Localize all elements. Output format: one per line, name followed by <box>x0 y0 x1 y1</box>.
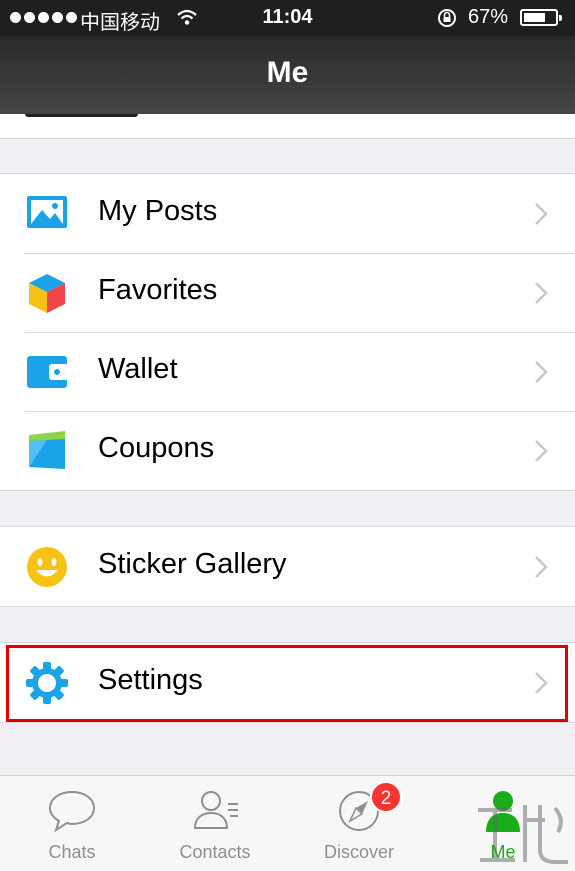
menu-item-wallet[interactable]: Wallet <box>0 332 575 411</box>
chevron-right-icon <box>535 282 548 304</box>
menu-item-label: Sticker Gallery <box>98 548 287 580</box>
page-title: Me <box>266 56 309 89</box>
cube-icon <box>29 274 65 313</box>
battery-icon <box>520 9 562 26</box>
profile-card[interactable] <box>0 114 575 139</box>
navigation-bar: Me <box>0 36 575 114</box>
menu-item-sticker-gallery[interactable]: Sticker Gallery <box>0 527 575 606</box>
chevron-right-icon <box>535 440 548 462</box>
menu-item-label: Wallet <box>98 353 178 385</box>
menu-item-my-posts[interactable]: My Posts <box>0 174 575 253</box>
avatar <box>25 114 138 117</box>
tab-label: Contacts <box>179 842 251 862</box>
battery-percentage: 67% <box>468 6 509 28</box>
chevron-right-icon <box>535 203 548 225</box>
watermark-logo <box>478 805 568 864</box>
menu-item-label: Favorites <box>98 274 218 306</box>
menu-group-stickers: Sticker Gallery <box>0 526 575 607</box>
tab-discover[interactable]: Discover <box>287 776 431 871</box>
rotation-lock-icon <box>438 9 456 27</box>
smiley-icon <box>27 547 67 587</box>
tab-contacts[interactable]: Contacts <box>143 776 287 871</box>
image-icon <box>27 196 67 228</box>
status-bar: 中国移动 11:04 67% <box>0 0 575 36</box>
menu-group-primary: My Posts Favorites Wallet Coupons <box>0 173 575 491</box>
tab-label: Chats <box>48 842 96 862</box>
contacts-icon <box>193 791 238 829</box>
chat-bubble-icon <box>48 790 96 833</box>
menu-item-coupons[interactable]: Coupons <box>0 411 575 490</box>
coupon-icon <box>29 431 65 469</box>
tab-label: Discover <box>323 842 394 862</box>
tab-chats[interactable]: Chats <box>0 776 144 871</box>
menu-item-label: My Posts <box>98 195 218 227</box>
settings-highlight-box <box>6 645 568 722</box>
menu-item-favorites[interactable]: Favorites <box>0 253 575 332</box>
wallet-icon <box>27 356 69 388</box>
menu-item-label: Coupons <box>98 432 215 464</box>
chevron-right-icon <box>535 556 548 578</box>
notification-badge: 2 <box>370 781 402 813</box>
chevron-right-icon <box>535 361 548 383</box>
